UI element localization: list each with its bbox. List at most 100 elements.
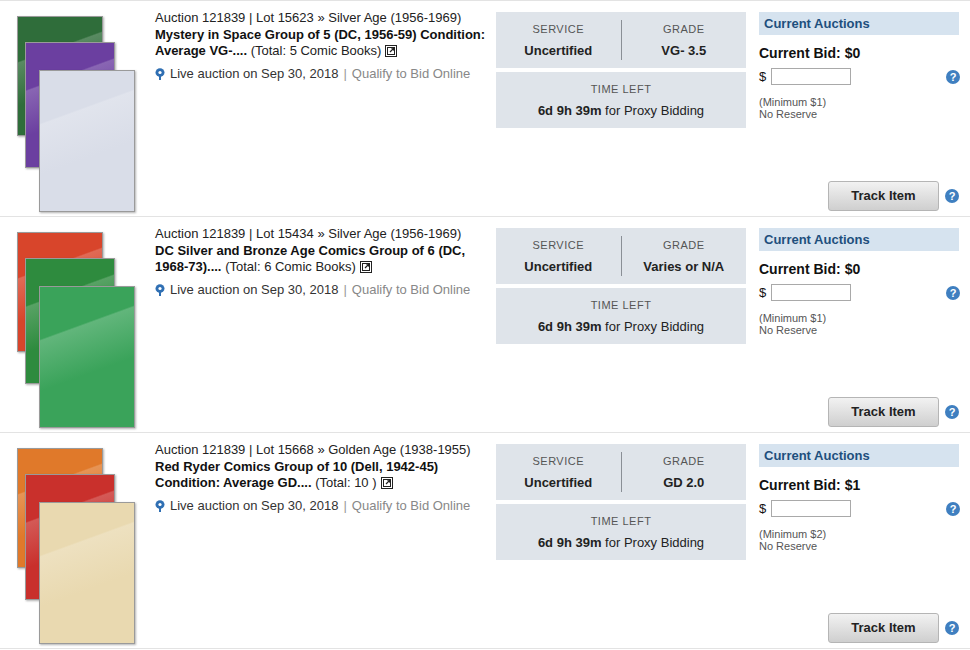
cell-divider <box>621 236 622 276</box>
comic-cover <box>39 70 135 212</box>
lot-info: Auction 121839 | Lot 15668 » Golden Age … <box>155 433 491 648</box>
lot-image[interactable] <box>15 230 137 430</box>
currency-sign: $ <box>759 67 771 87</box>
time-label: TIME LEFT <box>591 83 652 95</box>
bid-input-row: $? <box>759 499 959 519</box>
qualify-link[interactable]: Qualify to Bid Online <box>352 66 471 82</box>
divider: | <box>343 282 346 298</box>
bid-input-row: $? <box>759 67 959 87</box>
cell-divider <box>621 20 622 60</box>
grade-label: GRADE <box>663 239 705 251</box>
grade-value: GD 2.0 <box>663 475 704 490</box>
help-button[interactable]: ? <box>945 621 959 635</box>
service-value: Uncertified <box>524 475 592 490</box>
lot-status: SERVICE Uncertified GRADE GD 2.0 TIME LEFT 6d… <box>496 444 746 648</box>
lot-total: (Total: 5 Comic Books) <box>251 43 382 58</box>
lot-total: (Total: 6 Comic Books) <box>225 259 356 274</box>
external-link-icon[interactable] <box>360 261 372 273</box>
current-bid: Current Bid:$0 <box>759 261 959 278</box>
track-item-button[interactable]: Track Item <box>828 397 939 427</box>
lot-header: Auction 121839 | Lot 15668 » Golden Age … <box>155 442 491 458</box>
bid-panel: Current AuctionsCurrent Bid:$0$?(Minimum… <box>759 12 959 216</box>
lot-title-link[interactable]: Red Ryder Comics Group of 10 (Dell, 1942… <box>155 459 438 490</box>
lot-total: (Total: 10 ) <box>315 475 376 490</box>
currency-sign: $ <box>759 499 771 519</box>
bid-panel: Current Auctions Current Bid:$0 $? (Minimum… <box>759 228 959 432</box>
bid-amount: $1 <box>845 477 861 494</box>
minimum-bid: (Minimum $2) <box>759 528 959 540</box>
bid-amount: $0 <box>845 261 861 278</box>
help-button[interactable]: ? <box>946 70 960 84</box>
time-left: 6d 9h 39m <box>538 103 602 118</box>
grade-panel: SERVICE Uncertified GRADE VG- 3.5 <box>496 12 746 68</box>
live-auction-date: Live auction on Sep 30, 2018 <box>170 66 338 82</box>
track-row: Track Item? <box>759 613 959 643</box>
qualify-link[interactable]: Qualify to Bid Online <box>352 498 471 514</box>
bid-input[interactable] <box>771 500 851 517</box>
time-left: 6d 9h 39m <box>538 319 602 334</box>
divider: | <box>343 498 346 514</box>
lot-status: SERVICE Uncertified GRADE VG- 3.5 TIME LEFT 6… <box>496 12 746 216</box>
minimum-bid: (Minimum $1) <box>759 312 959 324</box>
bid-label: Current Bid: <box>759 477 841 494</box>
lot-title: Red Ryder Comics Group of 10 (Dell, 1942… <box>155 459 491 491</box>
bid-label: Current Bid: <box>759 45 841 62</box>
current-bid: Current Bid:$0 <box>759 45 959 62</box>
auction-row: Auction 121839 | Lot 15668 » Golden Age … <box>0 433 970 649</box>
track-row: Track Item? <box>759 397 959 427</box>
live-auction-date: Live auction on Sep 30, 2018 <box>170 282 338 298</box>
grade-panel: SERVICEUncertifiedGRADEVaries or N/A <box>496 228 746 284</box>
time-value: 6d 9h 39m for Proxy Bidding <box>538 535 704 550</box>
paddle-icon <box>155 68 165 80</box>
current-bid: Current Bid:$1 <box>759 477 959 494</box>
time-value: 6d 9h 39m for Proxy Bidding <box>538 319 704 334</box>
grade-label: GRADE <box>663 455 705 467</box>
bid-input[interactable] <box>771 68 851 85</box>
track-item-button[interactable]: Track Item <box>828 613 939 643</box>
reserve-note: No Reserve <box>759 540 959 553</box>
grade-cell: GRADE Varies or N/A <box>622 228 747 284</box>
auction-row: Auction 121839 | Lot 15434 » Silver Age … <box>0 217 970 433</box>
panel-title: Current Auctions <box>759 444 959 467</box>
lot-title: Mystery in Space Group of 5 (DC, 1956-59… <box>155 27 491 59</box>
cell-divider <box>621 452 622 492</box>
lot-header: Auction 121839 | Lot 15434 » Silver Age … <box>155 226 491 242</box>
lot-title: DC Silver and Bronze Age Comics Group of… <box>155 243 491 275</box>
qualify-link[interactable]: Qualify to Bid Online <box>352 282 471 298</box>
grade-cell: GRADE VG- 3.5 <box>622 12 747 68</box>
external-link-icon[interactable] <box>381 477 393 489</box>
time-panel: TIME LEFT 6d 9h 39m for Proxy Bidding <box>496 72 746 128</box>
lot-status: SERVICEUncertifiedGRADEVaries or N/ATIME… <box>496 228 746 432</box>
comic-cover <box>39 286 135 428</box>
divider: | <box>343 66 346 82</box>
minimum-bid: (Minimum $1) <box>759 96 959 108</box>
help-button[interactable]: ? <box>945 405 959 419</box>
bid-input-row: $? <box>759 283 959 303</box>
grade-label: GRADE <box>663 23 705 35</box>
service-value: Uncertified <box>524 43 592 58</box>
auction-row: Auction 121839 | Lot 15623 » Silver Age … <box>0 1 970 217</box>
help-button[interactable]: ? <box>946 502 960 516</box>
help-button[interactable]: ? <box>945 189 959 203</box>
panel-title: Current Auctions <box>759 228 959 251</box>
bid-panel: Current Auctions Current Bid:$1 $? (Minimum… <box>759 444 959 648</box>
time-value: 6d 9h 39m for Proxy Bidding <box>538 103 704 118</box>
live-auction-date: Live auction on Sep 30, 2018 <box>170 498 338 514</box>
live-auction-line: Live auction on Sep 30, 2018 | Qualify to … <box>155 282 491 298</box>
grade-panel: SERVICE Uncertified GRADE GD 2.0 <box>496 444 746 500</box>
lot-image[interactable] <box>15 14 137 214</box>
service-label: SERVICE <box>532 455 584 467</box>
live-auction-line: Live auction on Sep 30, 2018 | Qualify to … <box>155 498 491 514</box>
time-label: TIME LEFT <box>591 515 652 527</box>
grade-value: VG- 3.5 <box>661 43 706 58</box>
bid-label: Current Bid: <box>759 261 841 278</box>
help-button[interactable]: ? <box>946 286 960 300</box>
grade-value: Varies or N/A <box>643 259 724 274</box>
bid-input[interactable] <box>771 284 851 301</box>
track-item-button[interactable]: Track Item <box>828 181 939 211</box>
external-link-icon[interactable] <box>385 45 397 57</box>
service-label: SERVICE <box>532 23 584 35</box>
lot-image[interactable] <box>15 446 137 646</box>
lot-info: Auction 121839 | Lot 15434 » Silver Age … <box>155 217 491 432</box>
comic-cover <box>39 502 135 644</box>
